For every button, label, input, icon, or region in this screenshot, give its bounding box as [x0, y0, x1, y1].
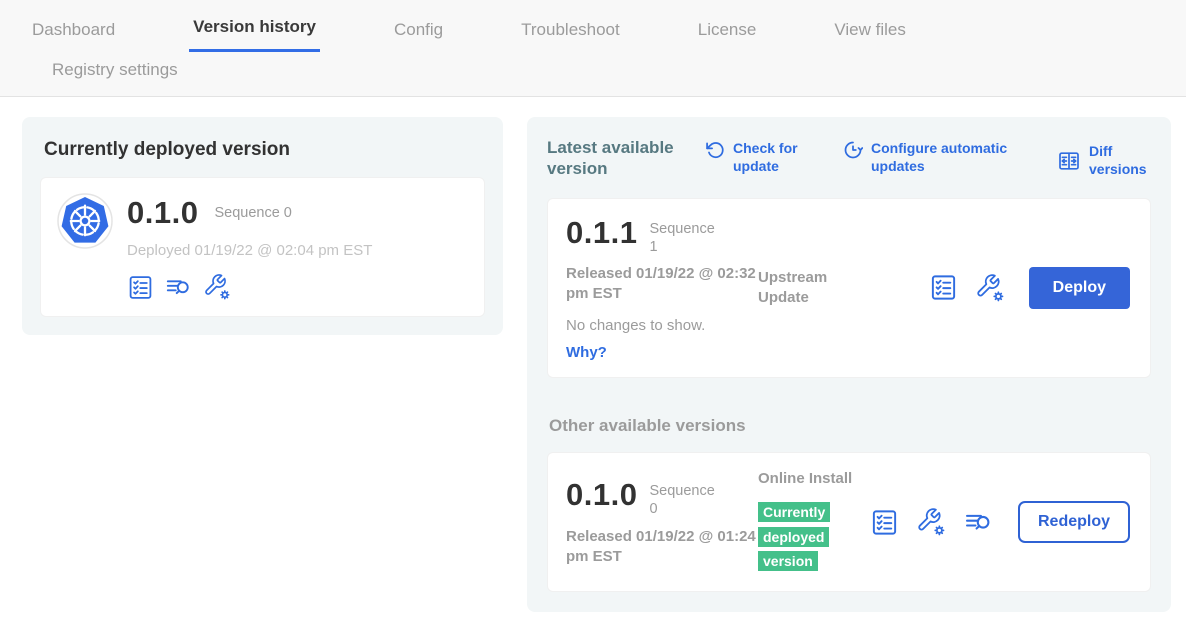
- diff-versions-link[interactable]: Diff versions: [1057, 143, 1151, 178]
- latest-release-row: 0.1.1 Sequence 1 Released 01/19/22 @ 02:…: [547, 198, 1151, 379]
- other-available-versions-heading: Other available versions: [549, 416, 1151, 436]
- tab-version-history[interactable]: Version history: [189, 15, 320, 52]
- latest-release-actions: [929, 273, 1005, 303]
- tab-registry-settings[interactable]: Registry settings: [48, 58, 1158, 80]
- current-version-sequence: Sequence 0: [214, 205, 291, 221]
- main-content: Currently deployed version: [0, 97, 1186, 632]
- other-release-row: 0.1.0 Sequence 0 Released 01/19/22 @ 01:…: [547, 452, 1151, 592]
- diff-versions-label: Diff versions: [1089, 143, 1151, 178]
- currently-deployed-panel: Currently deployed version: [22, 117, 503, 335]
- other-release-info: 0.1.0 Sequence 0 Released 01/19/22 @ 01:…: [566, 477, 758, 567]
- redeploy-button[interactable]: Redeploy: [1018, 501, 1130, 543]
- latest-release-info: 0.1.1 Sequence 1 Released 01/19/22 @ 02:…: [566, 215, 758, 362]
- configure-automatic-updates-link[interactable]: Configure automatic updates: [843, 140, 1031, 175]
- nav-tabs-row: Dashboard Version history Config Trouble…: [28, 15, 1158, 52]
- latest-release-source: Upstream Update: [758, 268, 870, 307]
- top-nav: Dashboard Version history Config Trouble…: [0, 0, 1186, 97]
- other-release-source: Online Install: [758, 469, 870, 489]
- configure-automatic-updates-label: Configure automatic updates: [871, 140, 1031, 175]
- auto-update-schedule-icon: [843, 140, 863, 160]
- current-version-card: 0.1.0 Sequence 0 Deployed 01/19/22 @ 02:…: [40, 177, 485, 317]
- latest-release-timestamp: Released 01/19/22 @ 02:32 pm EST: [566, 264, 758, 305]
- other-release-sequence: Sequence 0: [649, 477, 723, 518]
- refresh-icon: [705, 140, 725, 160]
- logs-search-icon[interactable]: [164, 274, 193, 301]
- latest-version-panel: Latest available version Check for updat…: [527, 117, 1171, 612]
- currently-deployed-badge-wrap: Currently deployed version: [758, 501, 840, 575]
- tab-license[interactable]: License: [694, 18, 761, 52]
- other-release-actions: [870, 507, 994, 537]
- tab-dashboard[interactable]: Dashboard: [28, 18, 119, 52]
- latest-release-version: 0.1.1: [566, 215, 637, 251]
- config-wrench-icon[interactable]: [975, 273, 1005, 303]
- tab-config[interactable]: Config: [390, 18, 447, 52]
- diff-icon: [1057, 149, 1081, 173]
- latest-release-changes-note: No changes to show.: [566, 317, 758, 334]
- current-version-deployed-timestamp: Deployed 01/19/22 @ 02:04 pm EST: [127, 242, 372, 259]
- current-version-number: 0.1.0: [127, 195, 198, 231]
- latest-version-title: Latest available version: [547, 137, 679, 180]
- kubernetes-logo: [57, 193, 113, 249]
- deploy-button[interactable]: Deploy: [1029, 267, 1130, 309]
- config-wrench-icon[interactable]: [916, 507, 946, 537]
- currently-deployed-title: Currently deployed version: [44, 139, 485, 161]
- check-for-update-link[interactable]: Check for update: [705, 140, 817, 175]
- check-for-update-label: Check for update: [733, 140, 817, 175]
- preflight-checklist-icon[interactable]: [929, 273, 958, 302]
- other-release-version: 0.1.0: [566, 477, 637, 513]
- nav-tabs-row2: Registry settings: [28, 52, 1158, 96]
- tab-troubleshoot[interactable]: Troubleshoot: [517, 18, 624, 52]
- current-version-details: 0.1.0 Sequence 0 Deployed 01/19/22 @ 02:…: [127, 193, 372, 301]
- logs-search-icon[interactable]: [963, 508, 994, 537]
- why-link[interactable]: Why?: [566, 344, 758, 361]
- preflight-checklist-icon[interactable]: [870, 508, 899, 537]
- latest-release-sequence: Sequence 1: [649, 215, 723, 256]
- other-release-source-block: Online Install Currently deployed versio…: [758, 469, 870, 575]
- tab-view-files[interactable]: View files: [830, 18, 910, 52]
- preflight-checklist-icon[interactable]: [127, 274, 154, 301]
- latest-version-header: Latest available version Check for updat…: [547, 137, 1151, 180]
- config-wrench-icon[interactable]: [203, 273, 231, 301]
- currently-deployed-badge: Currently deployed version: [758, 502, 830, 572]
- other-release-timestamp: Released 01/19/22 @ 01:24 pm EST: [566, 527, 758, 568]
